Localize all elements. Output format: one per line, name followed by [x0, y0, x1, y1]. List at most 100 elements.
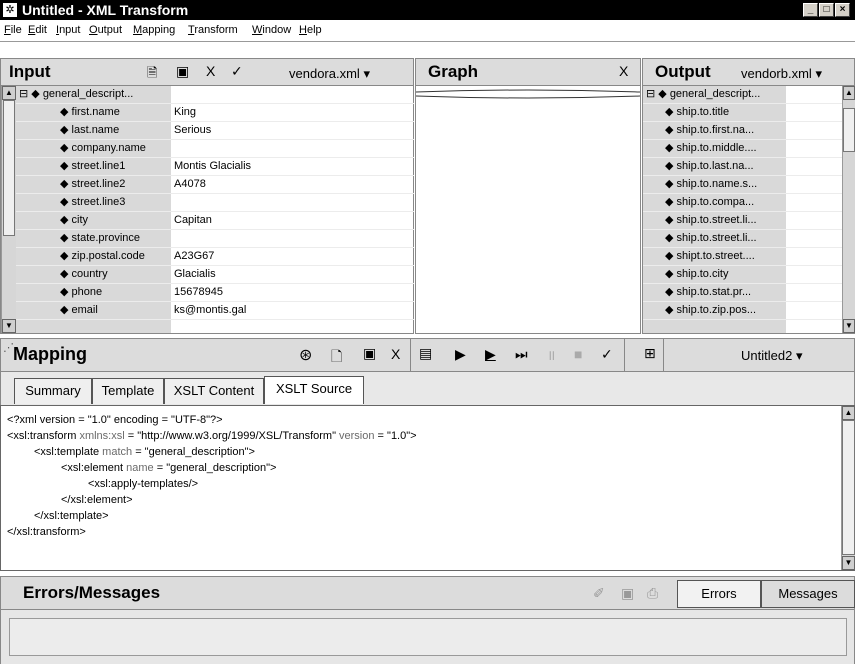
- maximize-button[interactable]: □: [819, 3, 834, 17]
- collapse-icon[interactable]: ⊟: [19, 88, 28, 100]
- input-row[interactable]: ◆ street.line2 A4078: [16, 176, 414, 194]
- checkmark-icon[interactable]: ✓: [231, 63, 243, 80]
- scroll-up-icon[interactable]: ▲: [842, 406, 855, 420]
- globe-icon[interactable]: ⊛: [299, 345, 312, 365]
- code-line: </xsl:element>: [7, 492, 832, 508]
- scroll-thumb[interactable]: [3, 100, 15, 236]
- mapping-selector-dropdown[interactable]: Untitled2 ▾: [741, 348, 802, 364]
- output-row[interactable]: ◆ ship.to.zip.pos...: [643, 302, 843, 320]
- input-row[interactable]: ◆ first.name King: [16, 104, 414, 122]
- menu-input[interactable]: Input: [56, 24, 80, 36]
- document-icon[interactable]: 🗎: [147, 64, 157, 86]
- save-icon[interactable]: ▣: [176, 63, 189, 80]
- menu-help[interactable]: Help: [299, 24, 322, 36]
- field-value[interactable]: [171, 142, 174, 154]
- menu-file[interactable]: File: [4, 24, 22, 36]
- field-value[interactable]: King: [171, 106, 196, 118]
- scroll-down-icon[interactable]: ▼: [2, 319, 16, 333]
- scroll-down-icon[interactable]: ▼: [843, 319, 855, 333]
- input-row[interactable]: ◆ state.province: [16, 230, 414, 248]
- graph-canvas[interactable]: [415, 86, 641, 334]
- scroll-up-icon[interactable]: ▲: [843, 86, 855, 100]
- code-token: version: [339, 430, 375, 442]
- menu-transform[interactable]: Transform: [188, 24, 238, 36]
- scroll-up-icon[interactable]: ▲: [2, 86, 16, 100]
- input-root-row[interactable]: ⊟ ◆ general_descript...: [16, 86, 414, 104]
- tab-template[interactable]: Template: [92, 378, 164, 404]
- validate-check-icon[interactable]: ✓: [601, 346, 613, 363]
- scroll-thumb[interactable]: [843, 108, 855, 152]
- field-name-label: zip.postal.code: [71, 250, 145, 262]
- output-row[interactable]: ◆ ship.to.street.li...: [643, 212, 843, 230]
- tab-xslt-source[interactable]: XSLT Source: [264, 376, 364, 404]
- output-scrollbar[interactable]: ▲ ▼: [842, 86, 855, 333]
- input-row[interactable]: ◆ street.line1 Montis Glacialis: [16, 158, 414, 176]
- tab-errors[interactable]: Errors: [677, 580, 761, 608]
- grid-icon[interactable]: ⊞: [644, 345, 656, 362]
- close-x-icon[interactable]: X: [206, 63, 215, 79]
- collapse-icon[interactable]: ⊟: [646, 88, 655, 100]
- input-scrollbar[interactable]: ▲ ▼: [1, 86, 16, 333]
- field-value[interactable]: Glacialis: [171, 268, 216, 280]
- output-row[interactable]: ◆ ship.to.last.na...: [643, 158, 843, 176]
- field-value[interactable]: A23G67: [171, 250, 214, 262]
- minimize-button[interactable]: _: [803, 3, 818, 17]
- close-x-icon[interactable]: X: [391, 346, 400, 362]
- input-row[interactable]: ◆ last.name Serious: [16, 122, 414, 140]
- input-row[interactable]: ◆ phone 15678945: [16, 284, 414, 302]
- output-row[interactable]: ◆ ship.to.city: [643, 266, 843, 284]
- scroll-down-icon[interactable]: ▼: [842, 556, 855, 570]
- output-row[interactable]: ◆ ship.to.name.s...: [643, 176, 843, 194]
- input-row[interactable]: ◆ country Glacialis: [16, 266, 414, 284]
- input-row[interactable]: ◆ city Capitan: [16, 212, 414, 230]
- menu-mapping[interactable]: Mapping: [133, 24, 175, 36]
- output-root-row[interactable]: ⊟ ◆ general_descript...: [643, 86, 843, 104]
- field-value[interactable]: A4078: [171, 178, 206, 190]
- input-field-name: ◆ city: [16, 212, 171, 229]
- stop-icon: ■: [574, 346, 583, 362]
- new-document-icon[interactable]: 🗋: [331, 346, 342, 370]
- close-button[interactable]: ×: [835, 3, 850, 17]
- field-name-label: street.line2: [71, 178, 126, 190]
- field-value[interactable]: [171, 196, 174, 208]
- output-file-dropdown[interactable]: vendorb.xml ▾: [741, 66, 822, 82]
- input-row[interactable]: ◆ street.line3: [16, 194, 414, 212]
- step-icon[interactable]: ▶: [485, 346, 496, 363]
- output-row[interactable]: ◆ ship.to.stat.pr...: [643, 284, 843, 302]
- tab-messages[interactable]: Messages: [761, 580, 855, 608]
- input-row[interactable]: ◆ zip.postal.code A23G67: [16, 248, 414, 266]
- output-row[interactable]: ◆ ship.to.compa...: [643, 194, 843, 212]
- output-field-label: ship.to.city: [676, 268, 729, 280]
- message-list[interactable]: [9, 618, 847, 656]
- field-value[interactable]: Capitan: [171, 214, 212, 226]
- field-value[interactable]: 15678945: [171, 286, 223, 298]
- output-row[interactable]: ◆ ship.to.first.na...: [643, 122, 843, 140]
- menu-window[interactable]: Window: [252, 24, 291, 36]
- menu-edit[interactable]: Edit: [28, 24, 47, 36]
- output-row[interactable]: ◆ ship.to.street.li...: [643, 230, 843, 248]
- save-icon[interactable]: ▣: [363, 345, 376, 362]
- clipboard-icon[interactable]: ▤: [419, 345, 432, 362]
- code-scrollbar[interactable]: ▲ ▼: [841, 406, 855, 570]
- input-row[interactable]: ◆ email ks@montis.gal: [16, 302, 414, 320]
- scroll-thumb[interactable]: [842, 420, 855, 555]
- menu-output[interactable]: Output: [89, 24, 122, 36]
- field-value[interactable]: Serious: [171, 124, 211, 136]
- xslt-source-view[interactable]: <?xml version = "1.0" encoding = "UTF-8"…: [0, 405, 855, 571]
- element-diamond-icon: ◆: [665, 250, 677, 262]
- output-row[interactable]: ◆ ship.to.middle....: [643, 140, 843, 158]
- field-value[interactable]: [171, 232, 174, 244]
- graph-close-icon[interactable]: X: [619, 63, 628, 79]
- output-row[interactable]: ◆ ship.to.title: [643, 104, 843, 122]
- play-icon[interactable]: ▶: [455, 346, 466, 363]
- step-forward-icon[interactable]: ⏭: [515, 346, 528, 363]
- field-value[interactable]: ks@montis.gal: [171, 304, 246, 316]
- element-diamond-icon: ◆: [60, 160, 72, 172]
- input-row[interactable]: ◆ company.name: [16, 140, 414, 158]
- tab-xslt-content[interactable]: XSLT Content: [164, 378, 264, 404]
- tab-summary[interactable]: Summary: [14, 378, 92, 404]
- input-file-dropdown[interactable]: vendora.xml ▾: [289, 66, 370, 82]
- output-row[interactable]: ◆ shipt.to.street....: [643, 248, 843, 266]
- field-value[interactable]: Montis Glacialis: [171, 160, 251, 172]
- output-tree: ⊟ ◆ general_descript... ◆ ship.to.title ◆…: [642, 86, 855, 334]
